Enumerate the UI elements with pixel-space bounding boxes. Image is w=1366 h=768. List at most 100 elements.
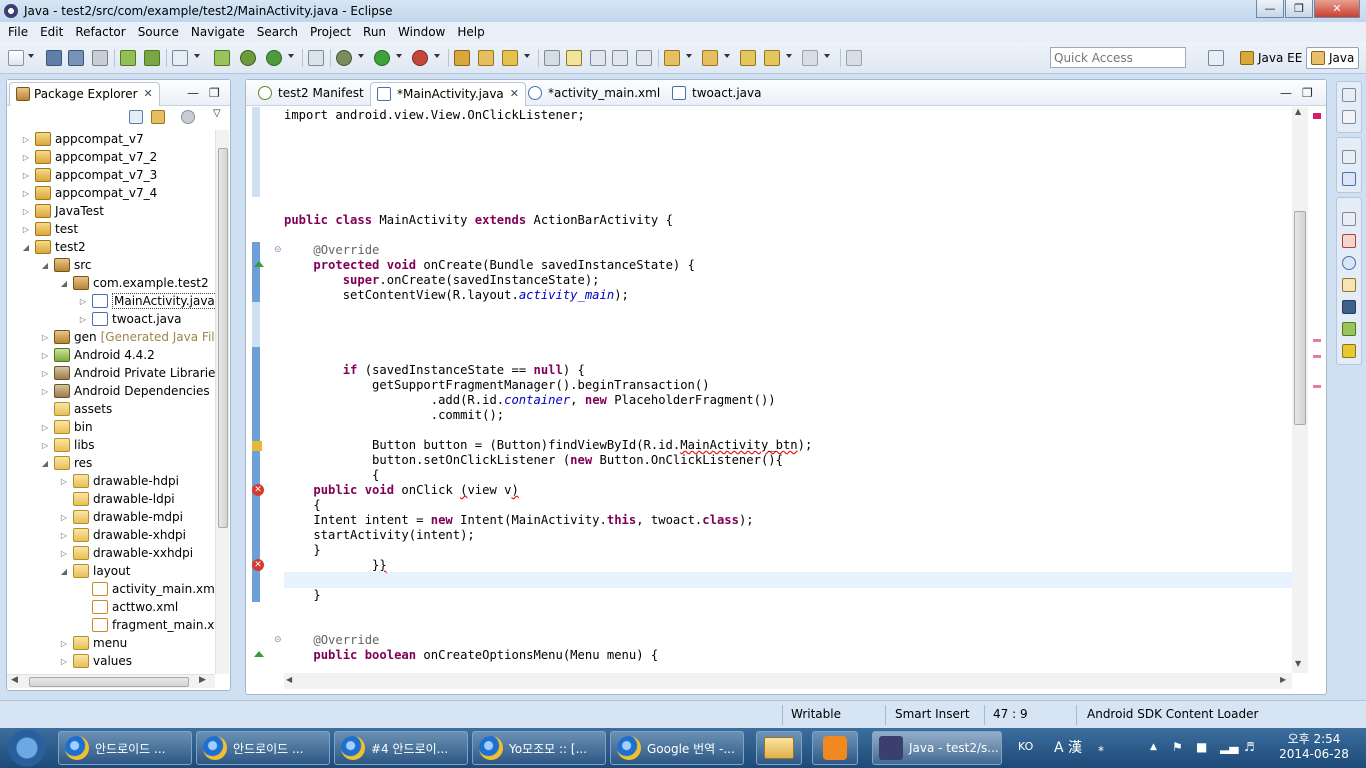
code-line[interactable]: @Override xyxy=(284,633,379,648)
collapsed-arrow-icon[interactable]: ▷ xyxy=(21,189,31,198)
editor-tab[interactable]: *activity_main.xml xyxy=(522,82,666,106)
declaration-icon[interactable] xyxy=(1342,278,1356,292)
collapsed-arrow-icon[interactable]: ▷ xyxy=(59,549,69,558)
eclipse-task[interactable]: Java - test2/s... xyxy=(872,731,1002,765)
code-line[interactable]: { xyxy=(284,468,379,483)
editor-horizontal-scrollbar[interactable]: ◀ ▶ xyxy=(284,673,1292,689)
clock[interactable]: 오후 2:54 2014-06-28 xyxy=(1270,732,1358,762)
editor-tab[interactable]: twoact.java xyxy=(666,82,767,106)
code-line[interactable]: import android.view.View.OnClickListener… xyxy=(284,108,585,123)
show-hidden-icons-icon[interactable]: ▲ xyxy=(1150,742,1157,752)
skip-breakpoints-icon[interactable] xyxy=(308,50,324,66)
next-annotation-nav-icon[interactable] xyxy=(664,50,680,66)
expanded-arrow-icon[interactable]: ◢ xyxy=(21,243,31,252)
mark-occurrences-icon[interactable] xyxy=(566,50,582,66)
error-marker-icon[interactable]: ✕ xyxy=(252,559,264,571)
code-line[interactable]: if (savedInstanceState == null) { xyxy=(284,363,585,378)
code-line[interactable]: { xyxy=(284,498,320,513)
minimize-editor-icon[interactable]: — xyxy=(1280,86,1292,100)
expanded-arrow-icon[interactable]: ◢ xyxy=(40,261,50,270)
tree-item[interactable]: ▷ drawable-xxhdpi xyxy=(59,544,193,562)
error-overview-marker[interactable] xyxy=(1313,385,1321,388)
action-center-icon[interactable]: ⚑ xyxy=(1172,740,1183,754)
task-list-icon[interactable] xyxy=(1342,110,1356,124)
code-line[interactable]: } xyxy=(284,588,320,603)
close-button[interactable]: ✕ xyxy=(1314,0,1360,18)
code-line[interactable]: button.setOnClickListener (new Button.On… xyxy=(284,453,783,468)
scrollbar-thumb[interactable] xyxy=(29,677,189,687)
collapsed-arrow-icon[interactable]: ▷ xyxy=(21,225,31,234)
avd-manager-icon[interactable] xyxy=(144,50,160,66)
ime-settings-icon[interactable]: ⁎ xyxy=(1098,740,1104,754)
collapsed-arrow-icon[interactable]: ▷ xyxy=(78,297,88,306)
menu-search[interactable]: Search xyxy=(251,25,304,39)
forward-icon[interactable] xyxy=(802,50,818,66)
collapsed-arrow-icon[interactable]: ▷ xyxy=(59,657,69,666)
code-line[interactable]: protected void onCreate(Bundle savedInst… xyxy=(284,258,695,273)
collapsed-arrow-icon[interactable]: ▷ xyxy=(40,369,50,378)
quick-access-input[interactable] xyxy=(1050,47,1186,68)
error-overview-marker[interactable] xyxy=(1313,113,1321,119)
next-annotation-dropdown-icon[interactable] xyxy=(686,54,692,58)
refresh-icon[interactable] xyxy=(266,50,282,66)
minimize-view-icon[interactable]: — xyxy=(187,86,199,100)
tree-item[interactable]: ▷ Android Private Libraries xyxy=(40,364,215,382)
tree-item[interactable]: ▷ libs xyxy=(40,436,95,454)
expanded-arrow-icon[interactable]: ◢ xyxy=(59,567,69,576)
menu-help[interactable]: Help xyxy=(451,25,490,39)
code-line[interactable]: setContentView(R.layout.activity_main); xyxy=(284,288,629,303)
checklist-icon[interactable] xyxy=(172,50,188,66)
tree-item[interactable]: acttwo.xml xyxy=(78,598,178,616)
maximize-editor-icon[interactable]: ❐ xyxy=(1302,86,1313,100)
new-android-project-icon[interactable] xyxy=(214,50,230,66)
collapsed-arrow-icon[interactable]: ▷ xyxy=(40,351,50,360)
tree-item[interactable]: ◢ test2 xyxy=(21,238,86,256)
run-dropdown-icon[interactable] xyxy=(396,54,402,58)
tree-item[interactable]: ◢ src xyxy=(40,256,92,274)
new-package-icon[interactable] xyxy=(454,50,470,66)
external-tools-icon[interactable] xyxy=(412,50,428,66)
save-all-icon[interactable] xyxy=(68,50,84,66)
tree-item[interactable]: activity_main.xml xyxy=(78,580,215,598)
scroll-left-icon[interactable]: ◀ xyxy=(286,675,292,684)
editor-tab[interactable]: *MainActivity.java ✕ xyxy=(370,82,526,106)
collapsed-arrow-icon[interactable]: ▷ xyxy=(21,135,31,144)
collapsed-arrow-icon[interactable]: ▷ xyxy=(21,171,31,180)
language-indicator[interactable]: KO xyxy=(1018,740,1033,753)
restore-icon[interactable] xyxy=(1342,88,1356,102)
editor-gutter[interactable]: ⊝ ⊝ ✕ ✕ xyxy=(246,107,282,673)
code-area[interactable]: import android.view.View.OnClickListener… xyxy=(284,107,1292,673)
menu-file[interactable]: File xyxy=(2,25,34,39)
last-edit-location-icon[interactable] xyxy=(740,50,756,66)
ime-indicator[interactable]: A 漢 xyxy=(1054,737,1082,757)
package-explorer-horizontal-scrollbar[interactable]: ◀ ▶ xyxy=(7,674,215,688)
code-line[interactable]: } xyxy=(284,543,320,558)
code-line[interactable]: Intent intent = new Intent(MainActivity.… xyxy=(284,513,753,528)
scroll-right-icon[interactable]: ▶ xyxy=(199,675,206,685)
forward-dropdown-icon[interactable] xyxy=(824,54,830,58)
previous-annotation-icon[interactable] xyxy=(702,50,718,66)
restore-icon[interactable] xyxy=(1342,150,1356,164)
menu-refactor[interactable]: Refactor xyxy=(69,25,131,39)
search-tool-icon[interactable] xyxy=(502,50,518,66)
tree-item[interactable]: ▷ drawable-hdpi xyxy=(59,472,179,490)
menu-source[interactable]: Source xyxy=(132,25,185,39)
tree-item[interactable]: ◢ com.example.test2 xyxy=(59,274,209,292)
filters-icon[interactable] xyxy=(181,110,195,124)
tree-item[interactable]: ◢ layout xyxy=(59,562,130,580)
tree-item[interactable]: ▷ test xyxy=(21,220,78,238)
scroll-right-icon[interactable]: ▶ xyxy=(1280,675,1286,684)
debug-icon[interactable] xyxy=(336,50,352,66)
tree-item[interactable]: ▷ twoact.java xyxy=(78,310,181,328)
menu-navigate[interactable]: Navigate xyxy=(185,25,251,39)
link-with-editor-icon[interactable] xyxy=(151,110,165,124)
collapsed-arrow-icon[interactable]: ▷ xyxy=(40,333,50,342)
taskbar-item[interactable]: Yo모조모 :: [... xyxy=(472,731,606,765)
network-icon[interactable]: ▂▄ xyxy=(1220,740,1238,754)
scrollbar-thumb[interactable] xyxy=(218,148,228,528)
console-icon[interactable] xyxy=(1342,300,1356,314)
tree-item[interactable]: drawable-ldpi xyxy=(59,490,175,508)
expanded-arrow-icon[interactable]: ◢ xyxy=(40,459,50,468)
debug-dropdown-icon[interactable] xyxy=(358,54,364,58)
show-whitespace-icon[interactable] xyxy=(636,50,652,66)
